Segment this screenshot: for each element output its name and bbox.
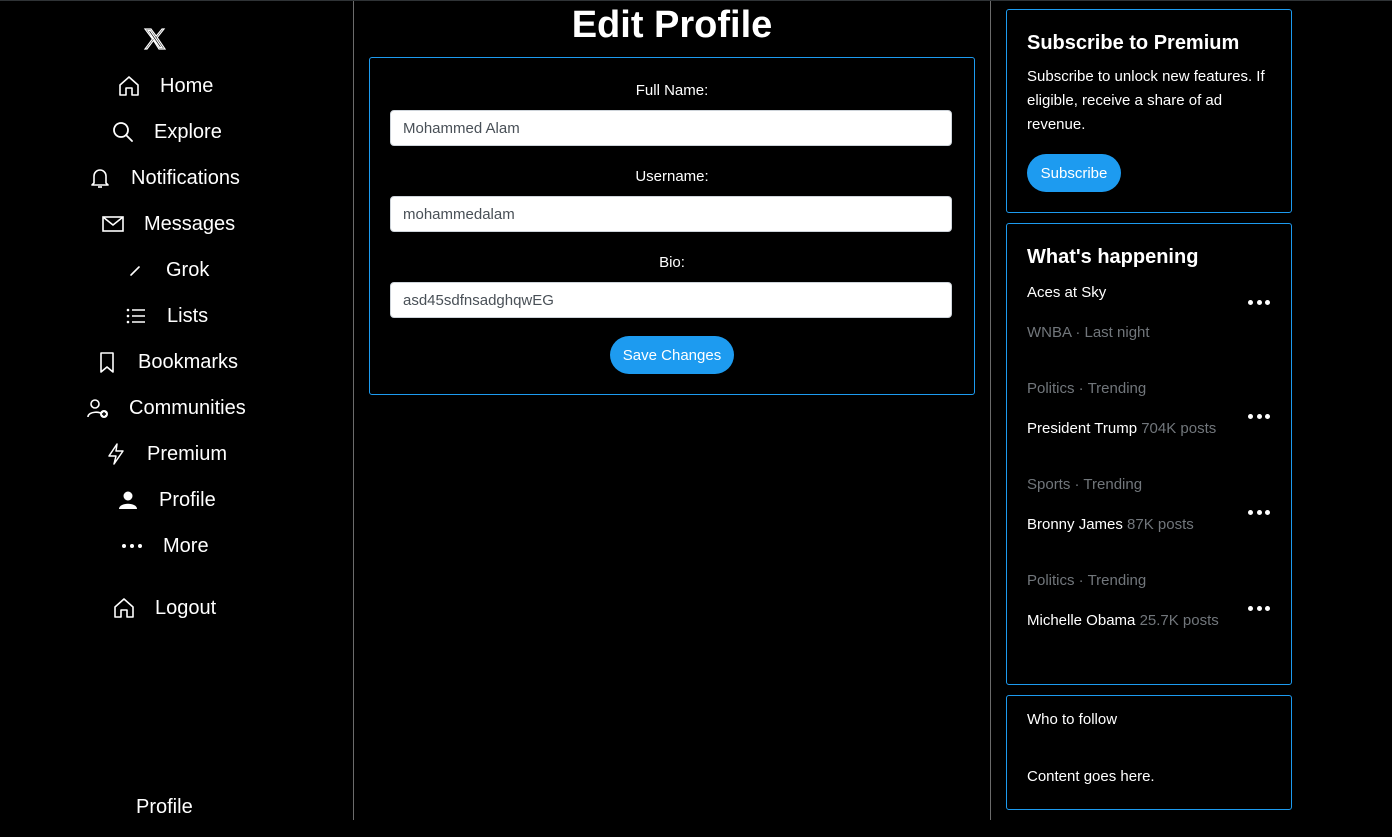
lightning-icon xyxy=(103,441,129,467)
sidebar-footer-profile[interactable]: Profile xyxy=(136,796,193,819)
home-icon xyxy=(111,595,137,621)
person-icon xyxy=(115,487,141,513)
sidebar-item-label: Grok xyxy=(166,258,210,281)
trend-meta: WNBA · Last night xyxy=(1027,324,1150,341)
full-name-input[interactable] xyxy=(390,110,952,146)
trend-name[interactable]: Aces at Sky xyxy=(1027,284,1106,301)
logout-button[interactable]: Logout xyxy=(111,593,216,623)
more-dots-icon xyxy=(119,533,145,559)
communities-icon xyxy=(85,395,111,421)
sidebar-item-lists[interactable]: Lists xyxy=(123,301,208,331)
sidebar-item-notifications[interactable]: Notifications xyxy=(87,163,240,193)
sidebar-item-more[interactable]: More xyxy=(119,531,209,561)
trend-post-count: 704K posts xyxy=(1141,420,1217,437)
sidebar-item-label: More xyxy=(163,534,209,557)
full-name-label: Full Name: xyxy=(635,82,709,99)
sidebar-item-communities[interactable]: Communities xyxy=(85,393,246,423)
right-divider xyxy=(990,1,991,820)
sidebar-item-label: Lists xyxy=(167,304,209,327)
who-to-follow-title: Who to follow xyxy=(1027,711,1118,728)
sidebar-item-label: Communities xyxy=(129,396,246,419)
sidebar-item-label: Profile xyxy=(159,488,216,511)
who-to-follow-content: Content goes here. xyxy=(1027,768,1155,785)
save-changes-button[interactable]: Save Changes xyxy=(610,336,734,374)
home-icon xyxy=(116,73,142,99)
sidebar-item-grok[interactable]: Grok xyxy=(122,255,209,285)
premium-description: Subscribe to unlock new features. If eli… xyxy=(1027,68,1265,133)
list-icon xyxy=(123,303,149,329)
subscribe-button[interactable]: Subscribe xyxy=(1027,154,1121,192)
sidebar-item-premium[interactable]: Premium xyxy=(103,439,227,469)
sidebar-item-label: Premium xyxy=(147,442,228,465)
who-to-follow-card: Who to follow Content goes here. xyxy=(1006,695,1292,810)
sidebar-item-label: Notifications xyxy=(131,166,240,189)
trend-meta: Politics · Trending xyxy=(1027,572,1147,589)
whats-happening-card: What's happening Aces at Sky WNBA · Last… xyxy=(1006,223,1292,685)
bio-label: Bio: xyxy=(659,254,685,271)
trend-more-icon[interactable] xyxy=(1248,411,1270,421)
trend-name: President Trump xyxy=(1027,420,1138,437)
username-input[interactable] xyxy=(390,196,952,232)
trend-meta: Sports · Trending xyxy=(1027,476,1143,493)
edit-profile-form: Full Name: Username: Bio: Save Changes xyxy=(369,57,975,395)
trend-post-count: 25.7K posts xyxy=(1139,612,1219,629)
x-logo-icon[interactable] xyxy=(143,27,167,51)
sidebar-item-home[interactable]: Home xyxy=(116,71,213,101)
sidebar: Home Explore Notifications Messages Grok… xyxy=(0,1,354,820)
trend-name: Bronny James xyxy=(1027,516,1123,533)
trend-name: Michelle Obama xyxy=(1027,612,1136,629)
trend-more-icon[interactable] xyxy=(1248,603,1270,613)
premium-title: Subscribe to Premium xyxy=(1027,32,1240,54)
trend-item[interactable]: President Trump 704K posts xyxy=(1027,420,1216,437)
envelope-icon xyxy=(100,211,126,237)
page-title: Edit Profile xyxy=(571,4,773,46)
whats-happening-title: What's happening xyxy=(1027,246,1199,268)
username-label: Username: xyxy=(635,168,709,185)
trend-more-icon[interactable] xyxy=(1248,297,1270,307)
sidebar-item-label: Messages xyxy=(144,212,236,235)
premium-card: Subscribe to Premium Subscribe to unlock… xyxy=(1006,9,1292,213)
bookmark-icon xyxy=(94,349,120,375)
sidebar-item-messages[interactable]: Messages xyxy=(100,209,235,239)
sidebar-item-label: Bookmarks xyxy=(138,350,239,373)
sidebar-item-bookmarks[interactable]: Bookmarks xyxy=(94,347,238,377)
trend-item[interactable]: Bronny James 87K posts xyxy=(1027,516,1194,533)
search-icon xyxy=(110,119,136,145)
bio-input[interactable] xyxy=(390,282,952,318)
sidebar-item-explore[interactable]: Explore xyxy=(110,117,222,147)
trend-more-icon[interactable] xyxy=(1248,507,1270,517)
trend-meta: Politics · Trending xyxy=(1027,380,1147,397)
sidebar-item-label: Explore xyxy=(154,120,222,143)
logout-label: Logout xyxy=(155,596,217,619)
grok-icon xyxy=(122,257,148,283)
sidebar-item-profile[interactable]: Profile xyxy=(115,485,216,515)
sidebar-item-label: Home xyxy=(160,74,214,97)
bell-icon xyxy=(87,165,113,191)
trend-item[interactable]: Michelle Obama 25.7K posts xyxy=(1027,612,1219,629)
trend-post-count: 87K posts xyxy=(1127,516,1194,533)
